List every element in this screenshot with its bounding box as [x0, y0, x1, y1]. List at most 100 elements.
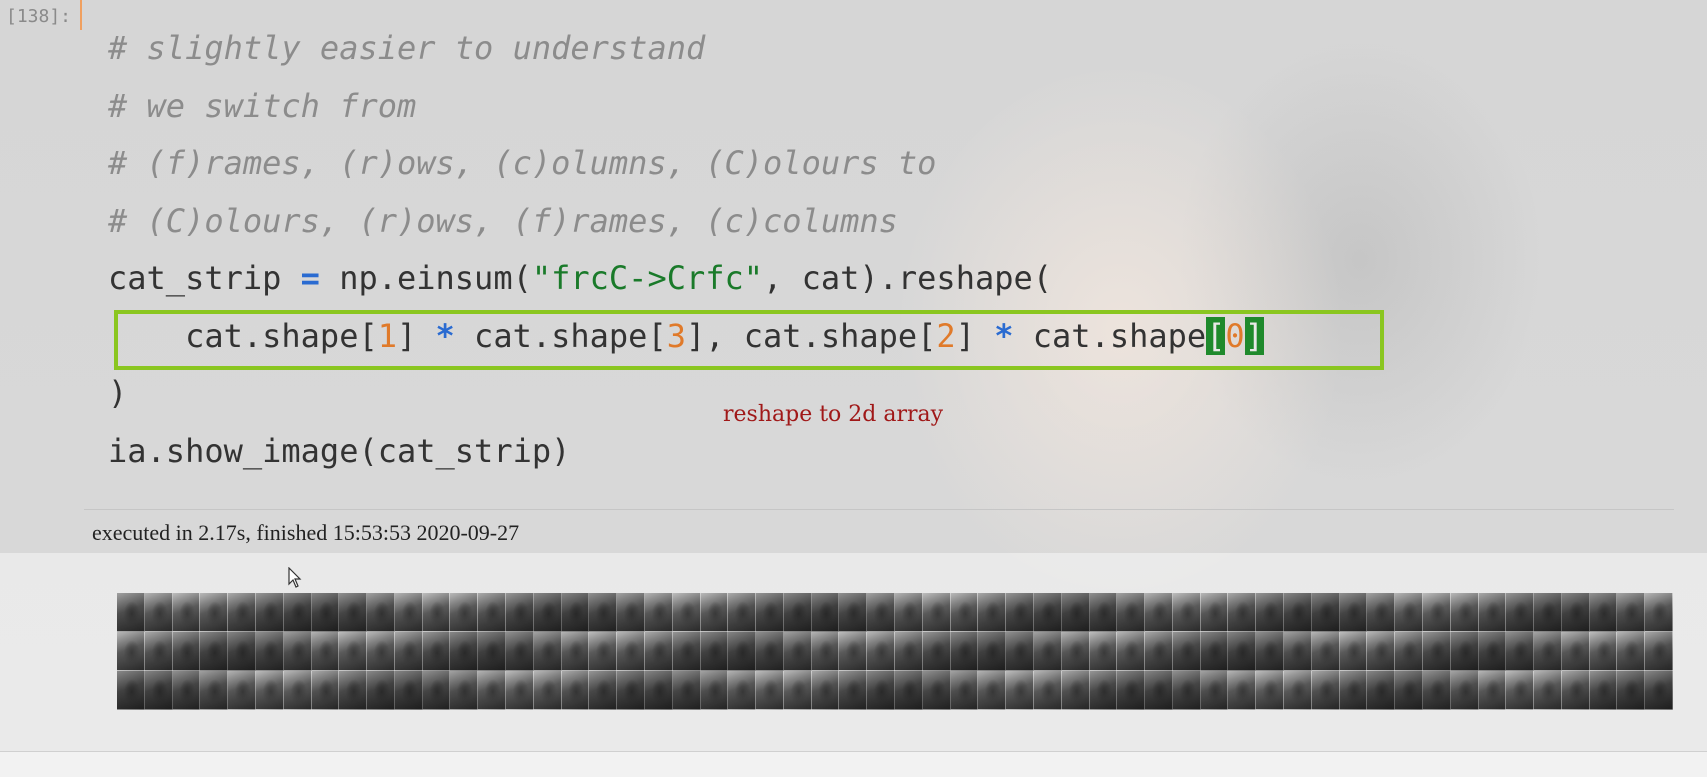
- code-line: # we switch from: [108, 78, 1264, 136]
- cat-thumbnail: [728, 593, 757, 632]
- cat-thumbnail: [1200, 671, 1229, 710]
- cat-thumbnail: [200, 632, 229, 671]
- cat-thumbnail: [255, 671, 284, 710]
- cat-thumbnail: [672, 671, 701, 710]
- cat-thumbnail: [783, 632, 812, 671]
- cat-thumbnail: [200, 671, 229, 710]
- cat-thumbnail: [644, 671, 673, 710]
- cat-thumbnail: [950, 632, 979, 671]
- cat-thumbnail: [1589, 593, 1618, 632]
- cat-thumbnail: [1339, 671, 1368, 710]
- cat-thumbnail: [617, 671, 645, 710]
- cat-thumbnail: [1117, 593, 1146, 632]
- cat-thumbnail: [228, 632, 256, 671]
- cat-thumbnail: [1422, 593, 1451, 632]
- cat-thumbnail: [1284, 632, 1312, 671]
- cat-thumbnail: [144, 671, 173, 710]
- cat-thumbnail: [839, 671, 868, 710]
- cat-thumbnail: [1061, 632, 1090, 671]
- cat-thumbnail: [172, 671, 201, 710]
- cat-thumbnail: [1256, 671, 1284, 710]
- cat-thumbnail: [1117, 632, 1146, 671]
- cat-thumbnail: [728, 671, 757, 710]
- cell-prompt: [138]:: [6, 6, 72, 27]
- cat-thumbnail: [1645, 671, 1673, 710]
- cat-thumbnail: [1228, 593, 1257, 632]
- cat-thumbnail: [1172, 593, 1201, 632]
- cat-thumbnail: [1284, 593, 1312, 632]
- code-line: cat_strip = np.einsum("frcC->Crfc", cat)…: [108, 250, 1264, 308]
- cat-thumbnail: [922, 671, 951, 710]
- cat-thumbnail: [589, 593, 618, 632]
- cat-thumbnail: [783, 593, 812, 632]
- cat-thumbnail: [200, 593, 229, 632]
- annotation-text: reshape to 2d array: [723, 402, 944, 427]
- cat-thumbnail: [1561, 593, 1590, 632]
- cat-thumbnail: [1228, 632, 1257, 671]
- cat-thumbnail: [1506, 671, 1535, 710]
- cat-thumbnail: [1367, 593, 1396, 632]
- cat-thumbnail: [561, 593, 590, 632]
- cat-thumbnail: [1395, 632, 1423, 671]
- cat-thumbnail: [117, 671, 145, 710]
- cat-thumbnail: [1506, 593, 1535, 632]
- cat-thumbnail: [117, 632, 145, 671]
- cat-thumbnail: [144, 593, 173, 632]
- cat-thumbnail: [533, 671, 562, 710]
- cat-thumbnail: [978, 671, 1007, 710]
- cat-thumbnail: [255, 632, 284, 671]
- cat-thumbnail: [172, 632, 201, 671]
- cat-thumbnail: [756, 632, 784, 671]
- cat-thumbnail: [1256, 632, 1284, 671]
- cat-thumbnail: [394, 632, 423, 671]
- cat-thumbnail: [283, 593, 312, 632]
- cat-thumbnail: [1033, 632, 1062, 671]
- cell-focus-bar: [80, 0, 82, 30]
- cat-thumbnail: [1200, 632, 1229, 671]
- cat-thumbnail: [1089, 593, 1118, 632]
- cat-thumbnail: [895, 671, 923, 710]
- cat-thumbnail: [1311, 632, 1340, 671]
- cat-thumbnail: [1617, 632, 1646, 671]
- code-token: # (C)olours, (r)ows, (f)rames, (c)column…: [108, 201, 898, 240]
- cat-thumbnail: [1006, 632, 1034, 671]
- cat-thumbnail: [1589, 632, 1618, 671]
- cat-thumbnail: [895, 632, 923, 671]
- cat-thumbnail: [1145, 632, 1173, 671]
- cat-thumbnail: [506, 671, 534, 710]
- cat-thumbnail: [617, 593, 645, 632]
- cat-thumbnail: [367, 632, 395, 671]
- code-line: ): [108, 365, 1264, 423]
- cat-thumbnail: [367, 671, 395, 710]
- cat-thumbnail: [1311, 593, 1340, 632]
- cat-thumbnail: [811, 632, 840, 671]
- cat-thumbnail: [644, 593, 673, 632]
- cell-divider: [84, 509, 1674, 510]
- cat-thumbnail: [922, 593, 951, 632]
- cat-thumbnail: [422, 632, 451, 671]
- cat-thumbnail: [895, 593, 923, 632]
- cat-thumbnail: [311, 632, 340, 671]
- cat-thumbnail: [533, 593, 562, 632]
- cat-thumbnail: [1033, 593, 1062, 632]
- cat-thumbnail: [422, 671, 451, 710]
- cat-thumbnail: [1645, 593, 1673, 632]
- cat-thumbnail: [1450, 632, 1479, 671]
- cat-thumbnail: [1256, 593, 1284, 632]
- cat-thumbnail: [422, 593, 451, 632]
- cat-thumbnail: [394, 671, 423, 710]
- cat-thumbnail: [839, 593, 868, 632]
- cat-thumbnail: [950, 671, 979, 710]
- cat-thumbnail: [1033, 671, 1062, 710]
- cat-thumbnail: [728, 632, 757, 671]
- cat-thumbnail: [1478, 632, 1507, 671]
- cat-thumbnail: [1367, 671, 1396, 710]
- cat-thumbnail: [172, 593, 201, 632]
- code-editor[interactable]: # slightly easier to understand # we swit…: [108, 20, 1264, 480]
- cat-thumbnail: [1534, 593, 1562, 632]
- code-line: # (C)olours, (r)ows, (f)rames, (c)column…: [108, 193, 1264, 251]
- cat-thumbnail: [311, 671, 340, 710]
- cat-thumbnail: [1617, 593, 1646, 632]
- cat-thumbnail: [1645, 632, 1673, 671]
- cat-thumbnail: [922, 632, 951, 671]
